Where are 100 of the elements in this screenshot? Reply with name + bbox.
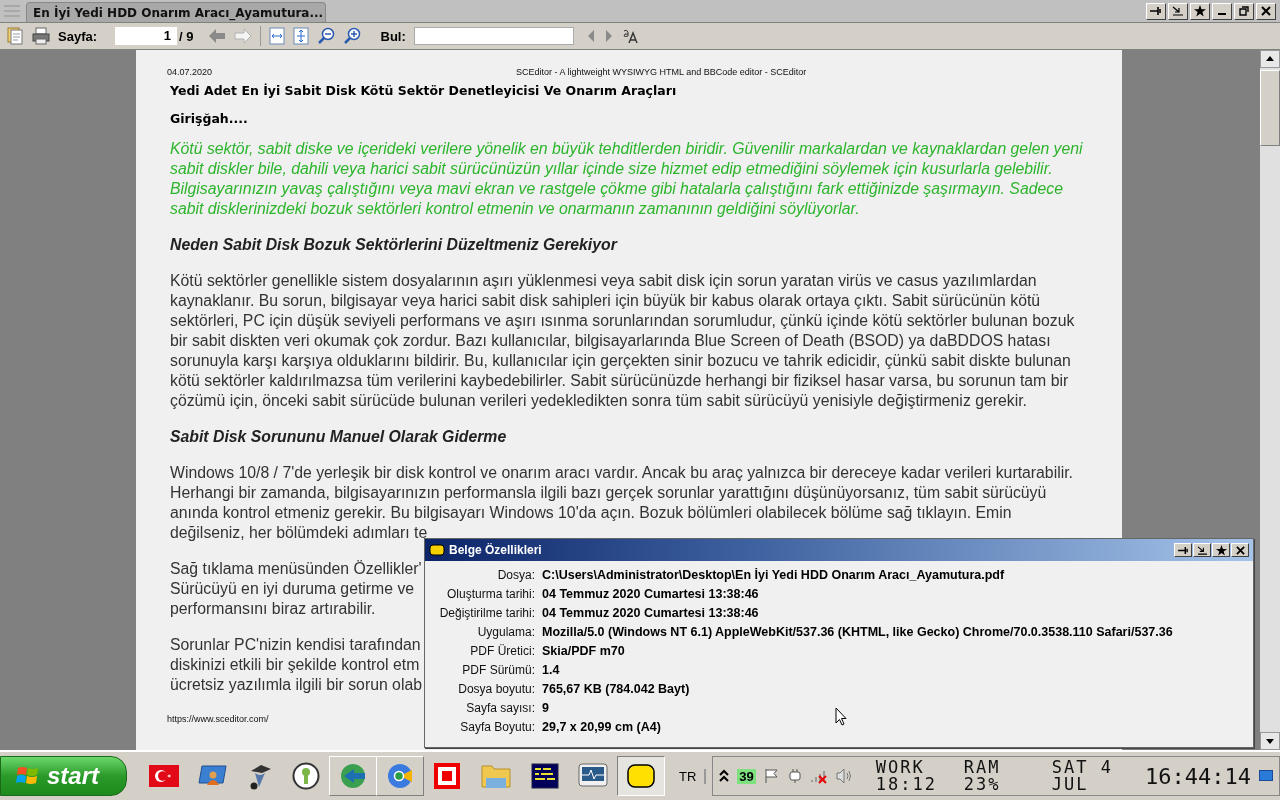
pin-icon [1150, 6, 1162, 16]
monitor-icon[interactable] [578, 762, 608, 790]
dock-icon [1196, 545, 1208, 555]
property-value: 29,7 x 20,99 cm (A4) [542, 719, 661, 736]
property-label: Sayfa Boyutu: [459, 719, 535, 736]
scroll-up-icon[interactable] [1260, 50, 1280, 68]
property-label: Sayfa sayısı: [465, 700, 535, 717]
paragraph-line: Sağ tıklama menüsünden Özellikler' [170, 559, 422, 579]
terminal-icon[interactable] [531, 763, 559, 789]
show-desktop-icon[interactable] [1259, 770, 1273, 782]
dock-icon [1172, 6, 1184, 16]
zoom-out-icon[interactable] [316, 27, 335, 45]
paragraph-line: performansını biraz artırabilir. [170, 599, 376, 619]
flag-outline-icon[interactable] [763, 768, 780, 784]
property-value: 04 Temmuz 2020 Cumartesi 13:38:46 [542, 586, 759, 603]
network-disconnected-icon[interactable] [809, 768, 828, 784]
print-icon[interactable] [32, 27, 50, 45]
dialog-title: Belge Özellikleri [449, 543, 542, 557]
lcd-value: JUL [1051, 776, 1090, 793]
circle-app-icon [386, 762, 414, 790]
header-title: SCEditor - A lightweight WYSIWYG HTML and BBCode editor - SCEditor [516, 67, 807, 77]
pin-button[interactable] [1174, 543, 1192, 557]
property-label: PDF Üretici: [469, 643, 535, 660]
paragraph-line: Kötü sektör, sabit diske ve içerideki verilere yönelik en büyük tehditlerden biridir. Güvenilir markalardan ve kaynaklardan gelen yeni [170, 139, 1083, 159]
close-button[interactable] [1256, 2, 1276, 20]
match-case-icon[interactable] [621, 28, 638, 44]
lcd-label: WORK [875, 759, 926, 776]
pin-button[interactable] [1146, 2, 1166, 20]
paragraph-line: sabit diskler bile, dahili veya harici sabit sürücünüzün yıllar içinde size hizmet edip etmediğini söylemek için kusurlarla gelebilir. [170, 159, 1053, 179]
favorite-button[interactable] [1190, 2, 1210, 20]
paragraph-line: Sorunlar PC'nizin kendisi tarafından [170, 635, 421, 655]
fit-page-icon[interactable] [292, 27, 309, 45]
lcd-value: 23% [963, 776, 1002, 793]
document-title: Yedi Adet En İyi Sabit Disk Kötü Sektör Denetleyicisi Ve Onarım Araçları [170, 83, 678, 98]
paragraph-line: kötü sektörler kaldırılmazsa tüm verilerini kaybedebilirler. Sabit sürücünüzde herhangi bir fiziksel hasar varsa, bu sorunun tam bir [170, 371, 1069, 391]
paragraph-line: sabit disklerinizdeki bozuk sektörleri kontrol etmenin ve onarmanın zamanının geldiğini söylüyorlar. [170, 199, 860, 219]
scroll-down-icon[interactable] [1260, 732, 1280, 750]
footer-url: https://www.sceditor.com/ [167, 714, 269, 724]
language-indicator[interactable]: TR [679, 768, 707, 784]
taskbar-app-button[interactable] [617, 756, 665, 796]
lcd-label: RAM [963, 759, 1002, 776]
scrollbar[interactable] [1260, 50, 1280, 750]
tray-badge[interactable]: 39 [737, 768, 756, 784]
scroll-thumb[interactable] [1260, 70, 1280, 146]
property-label: Oluşturma tarihi: [445, 586, 535, 603]
paragraph-line: Herhangi bir zamanda, bilgisayarınızın performansla ilgili bazı gerçek sorunlar yarattığını düşünüyorsanız, tüm sabit sürücüyü [170, 483, 1047, 503]
document-icon[interactable] [6, 27, 24, 45]
property-value: 9 [542, 700, 549, 717]
paragraph-line: Sürücüyü en iyi duruma getirme ve [170, 579, 415, 599]
close-icon [1261, 6, 1271, 16]
zoom-in-icon[interactable] [342, 27, 361, 45]
minimize-button[interactable] [1212, 2, 1232, 20]
start-button[interactable]: start [0, 756, 127, 796]
mouse-pointer-icon [835, 707, 847, 726]
document-tab[interactable]: En İyi Yedi HDD Onarım Aracı_Ayamutura... [26, 2, 326, 22]
property-value: Skia/PDF m70 [542, 643, 625, 660]
property-label: Dosya boyutu: [457, 681, 535, 698]
star-icon [1194, 5, 1206, 17]
fit-width-icon[interactable] [268, 27, 285, 45]
star-icon [1215, 544, 1227, 556]
header-date: 04.07.2020 [167, 67, 213, 77]
dock-button[interactable] [1193, 543, 1211, 557]
intro-heading: Girişğah.... [170, 111, 249, 126]
section-heading: Neden Sabit Disk Bozuk Sektörlerini Düzeltmeniz Gerekiyor [170, 235, 617, 255]
property-label: Değiştirilme tarihi: [438, 605, 535, 622]
pin-icon [1177, 545, 1189, 555]
dock-button[interactable] [1168, 2, 1188, 20]
property-value: Mozilla/5.0 (Windows NT 6.1) AppleWebKit/537.36 (KHTML, like Gecko) Chrome/70.0.3538.110 Safari/537.36 [542, 624, 1173, 641]
restore-icon [1239, 6, 1249, 16]
property-value: 1.4 [542, 662, 560, 679]
property-label: PDF Sürümü: [461, 662, 535, 679]
favorite-button[interactable] [1212, 543, 1230, 557]
paragraph-line: değilseniz, her bölümdeki adımları te [170, 523, 428, 543]
chevron-icon[interactable] [719, 769, 730, 783]
paragraph-line: çözümü için, önceki sabit sürücüde bulunan verileri yedekledikten sonra tüm sabit sürücüyü yenisiyle değiştirmeniz gerekir. [170, 391, 1027, 411]
key-icon[interactable] [292, 762, 320, 790]
paragraph-line: bir sabit diskten veri okumak çok zordur. Bazı kullanıcılar, bilgisayarlarında Blue Screen of Death (BSOD) ya daBDDOS hatası [170, 331, 1051, 351]
plug-icon[interactable] [787, 768, 802, 784]
find-field[interactable] [413, 27, 574, 45]
flag-icon[interactable] [149, 765, 179, 787]
grid-app-icon[interactable] [433, 762, 461, 790]
restore-button[interactable] [1234, 2, 1254, 20]
property-label: Dosya: [496, 567, 535, 584]
lcd-label: SAT 4 [1051, 759, 1114, 776]
page-number-field[interactable]: 1 [115, 27, 178, 45]
lcd-value: 18:12 [875, 776, 938, 793]
paragraph-line: Windows 10/8 / 7'de yerleşik bir disk kontrol ve onarım aracı vardır. Ancak bu araç yalnızca bir dereceye kadar verileri kurtarabilir. [170, 463, 1073, 483]
close-button[interactable] [1231, 543, 1249, 557]
page-total: / 9 [179, 28, 194, 44]
paragraph-line: sorunuyla karşı karşıya olduklarını bildirir. Bu, kullanıcılar için gerçekten sinir bozucu ve tahrik edicidir, çünkü sabit diskte bulunan [170, 351, 1071, 371]
find-label: Bul: [380, 28, 406, 44]
property-label: Uygulama: [476, 624, 535, 641]
close-icon [1235, 545, 1245, 555]
paragraph-line: Kötü sektörler genellikle sistem dosyalarının aşırı yüklenmesi veya sabit disk için sorun yaratan virüs ve casus yazılımlardan [170, 271, 1037, 291]
speaker-icon[interactable] [835, 768, 854, 784]
paragraph-line: diskinizi etkili bir şekilde kontrol etm [170, 655, 420, 675]
clock: 16:44:14 [1145, 763, 1251, 789]
minimize-icon [1218, 13, 1226, 15]
paragraph-line: Bilgisayarınızın yavaş çalıştığını veya mavi ekran ve rastgele çökme gibi hatalarla çalıştığını fark ettiğinizde şaşırmayın. Sadece [170, 179, 1063, 199]
section-heading: Sabit Disk Sorununu Manuel Olarak Giderme [170, 427, 507, 447]
